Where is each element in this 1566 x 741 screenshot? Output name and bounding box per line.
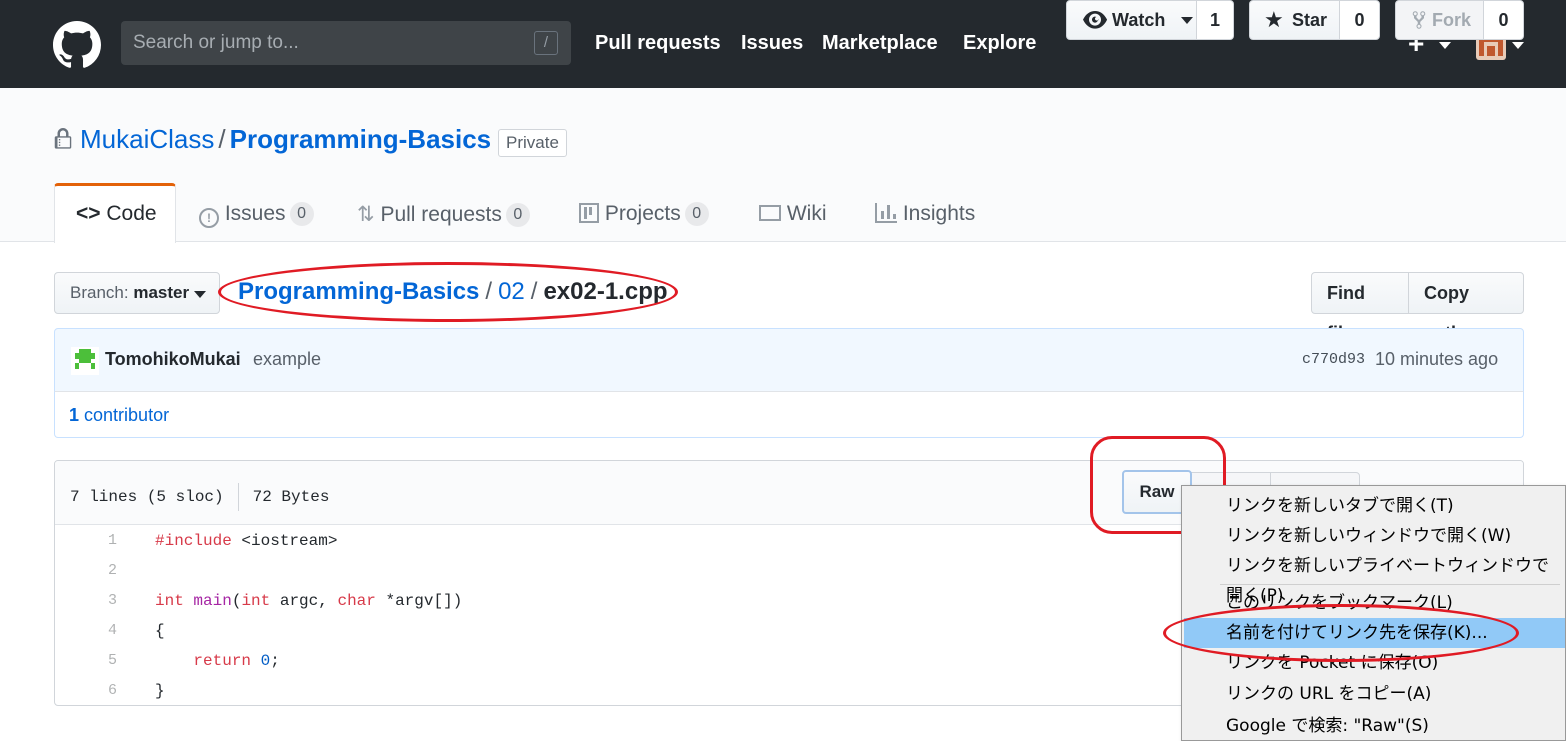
tab-insights[interactable]: Insights — [875, 202, 975, 226]
star-button[interactable]: ★ Star — [1249, 0, 1341, 40]
menu-save-to-pocket[interactable]: リンクを Pocket に保存(O) — [1226, 648, 1438, 678]
tab-wiki-label: Wiki — [786, 202, 827, 225]
contributor-label: contributor — [84, 405, 170, 425]
nav-explore[interactable]: Explore — [963, 32, 1036, 55]
repo-name-link[interactable]: Programming-Basics — [230, 124, 492, 154]
file-info: 7 lines (5 sloc) 72 Bytes — [70, 483, 329, 511]
project-icon — [579, 203, 599, 223]
nav-issues[interactable]: Issues — [741, 32, 803, 55]
contributors-link[interactable]: 1 contributor — [54, 391, 1524, 438]
menu-open-new-tab[interactable]: リンクを新しいタブで開く(T) — [1226, 491, 1454, 521]
watch-label: Watch — [1112, 10, 1166, 30]
code-text: { — [155, 622, 165, 640]
git-pull-request-icon: ⇅ — [357, 203, 375, 226]
tab-wiki[interactable]: Wiki — [759, 202, 827, 226]
watch-chevron-down-icon — [1181, 17, 1193, 24]
commit-author[interactable]: TomohikoMukai — [105, 349, 241, 370]
menu-copy-link-url[interactable]: リンクの URL をコピー(A) — [1226, 679, 1431, 709]
commit-time: 10 minutes ago — [1375, 349, 1499, 369]
menu-bookmark-link[interactable]: このリンクをブックマーク(L) — [1226, 588, 1453, 618]
breadcrumb: Programming-Basics/02/ex02-1.cpp — [238, 278, 668, 306]
line-number[interactable]: 4 — [55, 616, 117, 646]
branch-select-button[interactable]: Branch: master — [54, 272, 220, 314]
commit-tease: TomohikoMukai example c770d93 10 minutes… — [54, 328, 1524, 392]
repo-path-separator: / — [218, 124, 226, 154]
graph-icon — [875, 203, 897, 223]
slash-shortcut-hint: / — [534, 31, 558, 55]
avatar-chevron-down-icon[interactable] — [1512, 42, 1524, 49]
menu-open-new-window[interactable]: リンクを新しいウィンドウで開く(W) — [1226, 521, 1511, 551]
nav-marketplace[interactable]: Marketplace — [822, 32, 938, 55]
star-label: Star — [1292, 10, 1328, 30]
code-text: #include <iostream> — [155, 532, 338, 550]
menu-search-google[interactable]: Google で検索: "Raw"(S) — [1226, 711, 1429, 741]
tab-pull-requests[interactable]: ⇅ Pull requests 0 — [357, 202, 530, 227]
star-icon: ★ — [1264, 7, 1284, 32]
code-icon: <> — [76, 202, 101, 225]
repo-forked-icon — [1412, 11, 1426, 29]
code-text: return 0; — [193, 652, 280, 670]
copy-path-button[interactable]: Copy path — [1408, 272, 1524, 343]
github-logo-icon[interactable] — [53, 21, 101, 69]
file-lines-info: 7 lines (5 sloc) — [70, 488, 224, 507]
contributor-count: 1 — [69, 405, 80, 425]
issue-icon: ! — [199, 208, 219, 228]
breadcrumb-file: ex02-1.cpp — [543, 278, 668, 305]
tab-pull-requests-label: Pull requests — [380, 203, 502, 226]
watch-button[interactable]: Watch — [1066, 0, 1198, 40]
tab-insights-label: Insights — [902, 202, 976, 225]
commit-sha[interactable]: c770d93 — [1302, 351, 1365, 368]
watch-count[interactable]: 1 — [1196, 0, 1234, 40]
fork-label: Fork — [1432, 10, 1472, 30]
branch-chevron-down-icon — [194, 291, 206, 298]
pull-requests-counter: 0 — [505, 203, 530, 227]
tab-code[interactable]: <> Code — [76, 202, 157, 226]
menu-save-link-as[interactable]: 名前を付けてリンク先を保存(K)... — [1226, 618, 1488, 648]
eye-icon — [1083, 11, 1107, 29]
branch-label: Branch: — [70, 283, 129, 302]
breadcrumb-separator: / — [485, 278, 493, 305]
breadcrumb-separator: / — [530, 278, 538, 305]
line-number[interactable]: 3 — [55, 586, 117, 616]
code-text: int main(int argc, char *argv[]) — [155, 592, 463, 610]
search-input[interactable] — [121, 21, 571, 65]
breadcrumb-repo-link[interactable]: Programming-Basics — [238, 278, 479, 305]
line-number[interactable]: 6 — [55, 676, 117, 705]
search-box[interactable]: / — [121, 21, 571, 65]
line-number[interactable]: 5 — [55, 646, 117, 676]
repo-title: MukaiClass / Programming-Basics — [80, 124, 491, 155]
nav-pull-requests[interactable]: Pull requests — [595, 32, 721, 55]
private-badge: Private — [498, 129, 567, 157]
line-number[interactable]: 2 — [55, 556, 117, 586]
fork-count[interactable]: 0 — [1483, 0, 1524, 40]
issues-counter: 0 — [289, 202, 314, 226]
book-icon — [759, 205, 781, 221]
commit-message[interactable]: example — [253, 349, 321, 370]
tab-issues[interactable]: ! Issues 0 — [199, 202, 314, 228]
context-menu: リンクを新しいタブで開く(T) リンクを新しいウィンドウで開く(W) リンクを新… — [1181, 485, 1566, 741]
line-number[interactable]: 1 — [55, 526, 117, 556]
menu-separator — [1220, 584, 1560, 585]
file-size: 72 Bytes — [252, 488, 330, 507]
tab-code-label: Code — [106, 202, 157, 225]
find-file-button[interactable]: Find file — [1311, 272, 1410, 343]
tab-projects-label: Projects — [604, 202, 681, 225]
author-avatar[interactable] — [71, 347, 99, 375]
chevron-down-icon[interactable] — [1439, 42, 1451, 49]
tab-issues-label: Issues — [224, 202, 286, 225]
tab-projects[interactable]: Projects 0 — [579, 202, 709, 226]
branch-name: master — [133, 283, 190, 302]
lock-icon — [54, 128, 72, 149]
breadcrumb-dir-link[interactable]: 02 — [498, 278, 525, 305]
repo-owner-link[interactable]: MukaiClass — [80, 124, 214, 154]
code-text: } — [155, 682, 165, 700]
fork-button[interactable]: Fork — [1395, 0, 1485, 40]
star-count[interactable]: 0 — [1339, 0, 1380, 40]
projects-counter: 0 — [684, 202, 709, 226]
